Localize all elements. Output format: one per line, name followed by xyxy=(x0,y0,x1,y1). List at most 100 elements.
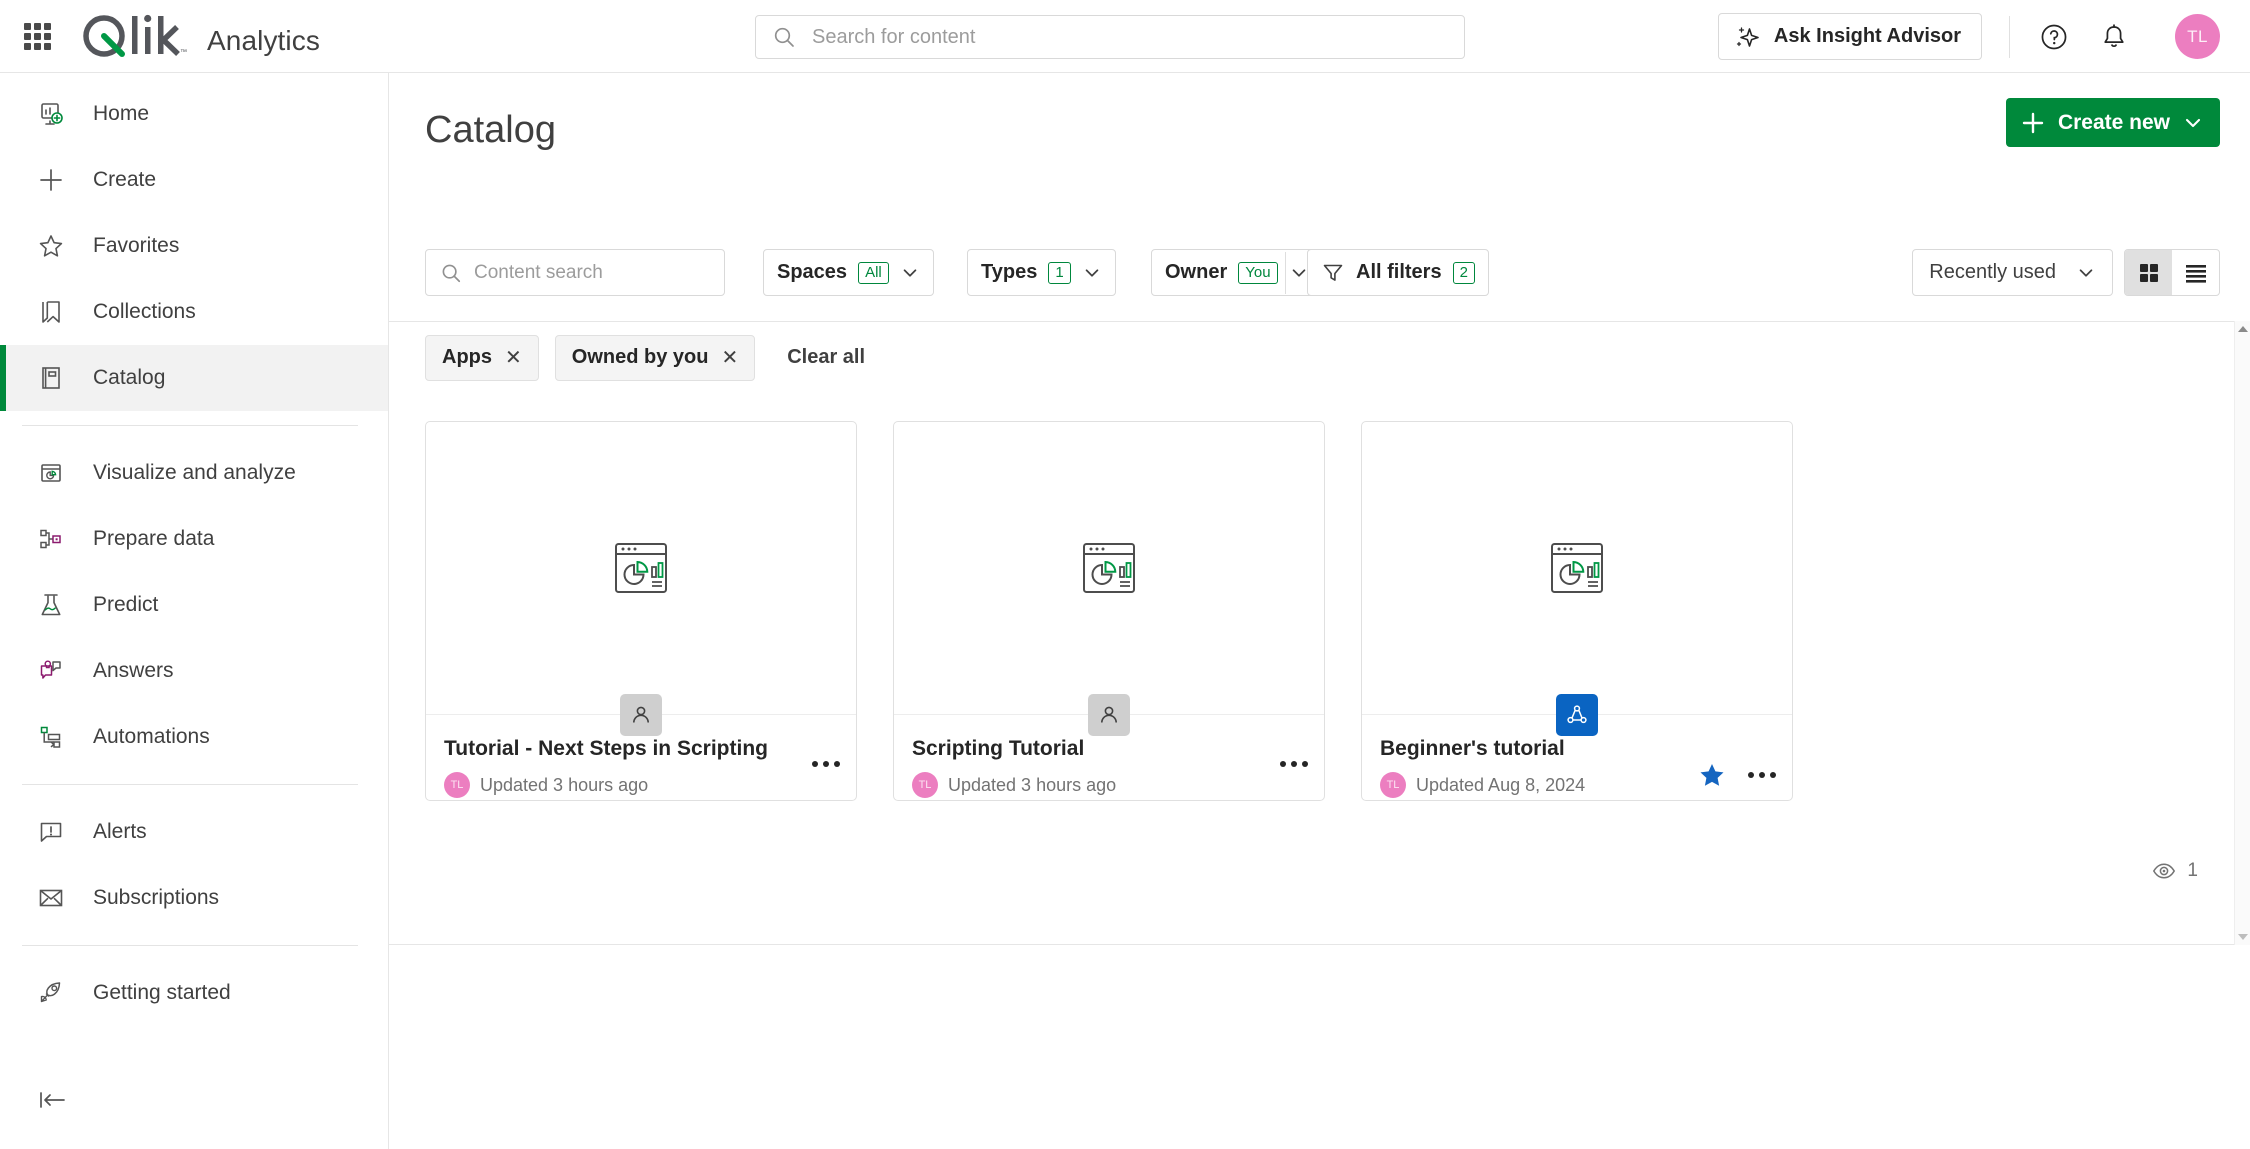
card-body: Tutorial - Next Steps in Scripting TL Up… xyxy=(426,715,856,798)
filter-types-dropdown[interactable]: Types 1 xyxy=(967,249,1116,296)
filter-toolbar: Content search Spaces All Types 1 Owner … xyxy=(389,249,2250,315)
filter-owner-dropdown[interactable]: Owner You xyxy=(1151,249,1323,296)
app-chart-window-icon xyxy=(615,543,667,593)
sidebar-item-create[interactable]: Create xyxy=(0,147,388,213)
plus-icon xyxy=(2022,112,2044,133)
views-count-value: 1 xyxy=(2187,860,2198,881)
chevron-down-icon xyxy=(1085,268,1098,277)
sort-label: Recently used xyxy=(1929,261,2056,283)
card-meta: TL Updated 3 hours ago xyxy=(912,772,1304,798)
sidebar-item-answers[interactable]: Answers xyxy=(0,638,388,704)
all-filters-badge: 2 xyxy=(1452,261,1475,284)
card-owner-avatar: TL xyxy=(444,772,470,798)
filter-chip-apps[interactable]: Apps ✕ xyxy=(425,334,539,381)
card-scripting-tutorial[interactable]: Scripting Tutorial TL Updated 3 hours ag… xyxy=(893,421,1325,801)
content-scrollbar[interactable] xyxy=(2234,321,2250,945)
card-meta: TL Updated 3 hours ago xyxy=(444,772,836,798)
grid-view-button[interactable] xyxy=(2125,250,2172,295)
content-bottom-divider xyxy=(389,944,2250,945)
sidebar-item-alerts[interactable]: Alerts xyxy=(0,799,388,865)
scroll-down-icon[interactable] xyxy=(2235,929,2250,945)
sidebar-item-prepare-data[interactable]: Prepare data xyxy=(0,506,388,572)
chat-bulb-icon xyxy=(34,654,68,688)
sparkle-icon xyxy=(1736,26,1759,47)
view-mode-toggle xyxy=(2124,249,2220,296)
sidebar-item-automations[interactable]: Automations xyxy=(0,704,388,770)
collapse-sidebar-button[interactable] xyxy=(38,1085,72,1115)
collapse-left-icon xyxy=(40,1092,65,1108)
filter-spaces-dropdown[interactable]: Spaces All xyxy=(763,249,934,296)
more-options-icon[interactable] xyxy=(1748,772,1776,778)
flask-icon xyxy=(34,588,68,622)
content-search-input[interactable]: Content search xyxy=(425,249,725,296)
sidebar-item-visualize-and-analyze[interactable]: Visualize and analyze xyxy=(0,440,388,506)
help-button[interactable] xyxy=(2034,17,2074,57)
sidebar-item-favorites[interactable]: Favorites xyxy=(0,213,388,279)
sidebar-item-predict[interactable]: Predict xyxy=(0,572,388,638)
app-chart-window-icon xyxy=(1551,543,1603,593)
star-filled-icon[interactable] xyxy=(1698,761,1726,789)
card-beginners-tutorial[interactable]: Beginner's tutorial TL Updated Aug 8, 20… xyxy=(1361,421,1793,801)
card-updated-text: Updated 3 hours ago xyxy=(948,774,1117,795)
list-view-button[interactable] xyxy=(2172,250,2219,295)
search-icon xyxy=(774,27,794,47)
all-filters-label: All filters xyxy=(1356,261,1442,283)
close-icon[interactable]: ✕ xyxy=(505,345,522,370)
sidebar-divider xyxy=(22,945,358,946)
filter-owner-label: Owner xyxy=(1165,261,1228,283)
global-search-input[interactable]: Search for content xyxy=(755,15,1465,59)
more-options-icon[interactable] xyxy=(812,761,840,767)
active-filters-bar: Apps ✕ Owned by you ✕ Clear all xyxy=(389,321,2250,393)
card-body: Beginner's tutorial TL Updated Aug 8, 20… xyxy=(1362,715,1792,798)
all-filters-button[interactable]: All filters 2 xyxy=(1307,249,1489,296)
card-thumbnail xyxy=(1362,422,1792,715)
card-updated-text: Updated 3 hours ago xyxy=(480,774,649,795)
sidebar-item-label: Collections xyxy=(93,300,196,323)
left-sidebar: Home Create Favorites Collections Catalo… xyxy=(0,73,389,1149)
svg-text:™: ™ xyxy=(180,49,187,56)
more-options-icon[interactable] xyxy=(1280,761,1308,767)
create-new-button[interactable]: Create new xyxy=(2005,98,2220,147)
alert-speech-icon xyxy=(34,815,68,849)
user-avatar[interactable]: TL xyxy=(2175,14,2220,59)
card-title: Tutorial - Next Steps in Scripting xyxy=(444,737,768,760)
sort-dropdown[interactable]: Recently used xyxy=(1912,249,2113,296)
automation-flow-icon xyxy=(34,720,68,754)
star-outline-icon xyxy=(34,229,68,263)
views-count: 1 xyxy=(2152,859,2198,883)
help-circle-icon xyxy=(2041,24,2067,50)
qlik-logo[interactable]: ™ Analytics xyxy=(79,13,320,59)
global-search-placeholder: Search for content xyxy=(812,25,976,48)
sidebar-item-subscriptions[interactable]: Subscriptions xyxy=(0,865,388,931)
filter-chip-owned-by-you[interactable]: Owned by you ✕ xyxy=(554,334,756,381)
sidebar-item-getting-started[interactable]: Getting started xyxy=(0,960,388,1026)
sidebar-item-label: Prepare data xyxy=(93,527,215,550)
filter-chip-label: Apps xyxy=(442,346,492,368)
filter-types-label: Types xyxy=(981,261,1038,283)
card-tutorial-next-steps-in-scripting[interactable]: Tutorial - Next Steps in Scripting TL Up… xyxy=(425,421,857,801)
notifications-button[interactable] xyxy=(2094,17,2134,57)
search-icon xyxy=(442,264,461,282)
clear-all-button[interactable]: Clear all xyxy=(787,346,865,369)
scroll-up-icon[interactable] xyxy=(2235,321,2250,337)
ask-insight-advisor-button[interactable]: Ask Insight Advisor xyxy=(1717,13,1982,60)
main-content: Catalog Create new Content search Spaces… xyxy=(389,73,2250,1149)
page-title: Catalog xyxy=(425,109,556,151)
sidebar-item-collections[interactable]: Collections xyxy=(0,279,388,345)
card-body: Scripting Tutorial TL Updated 3 hours ag… xyxy=(894,715,1324,798)
filter-chip-label: Owned by you xyxy=(571,346,709,368)
sidebar-item-home[interactable]: Home xyxy=(0,81,388,147)
filter-spaces-label: Spaces xyxy=(777,261,848,283)
catalog-book-icon xyxy=(34,361,68,395)
sidebar-item-catalog[interactable]: Catalog xyxy=(0,345,388,411)
card-actions xyxy=(812,761,840,767)
card-title: Scripting Tutorial xyxy=(912,737,1085,760)
sidebar-item-label: Automations xyxy=(93,725,210,748)
ask-insight-advisor-label: Ask Insight Advisor xyxy=(1773,25,1961,47)
card-updated-text: Updated Aug 8, 2024 xyxy=(1416,774,1586,795)
eye-icon xyxy=(2153,863,2176,879)
close-icon[interactable]: ✕ xyxy=(721,345,738,370)
app-menu-icon[interactable] xyxy=(22,21,52,51)
card-owner-avatar: TL xyxy=(912,772,938,798)
top-header-bar: ™ Analytics Search for content Ask Insig… xyxy=(0,0,2250,73)
